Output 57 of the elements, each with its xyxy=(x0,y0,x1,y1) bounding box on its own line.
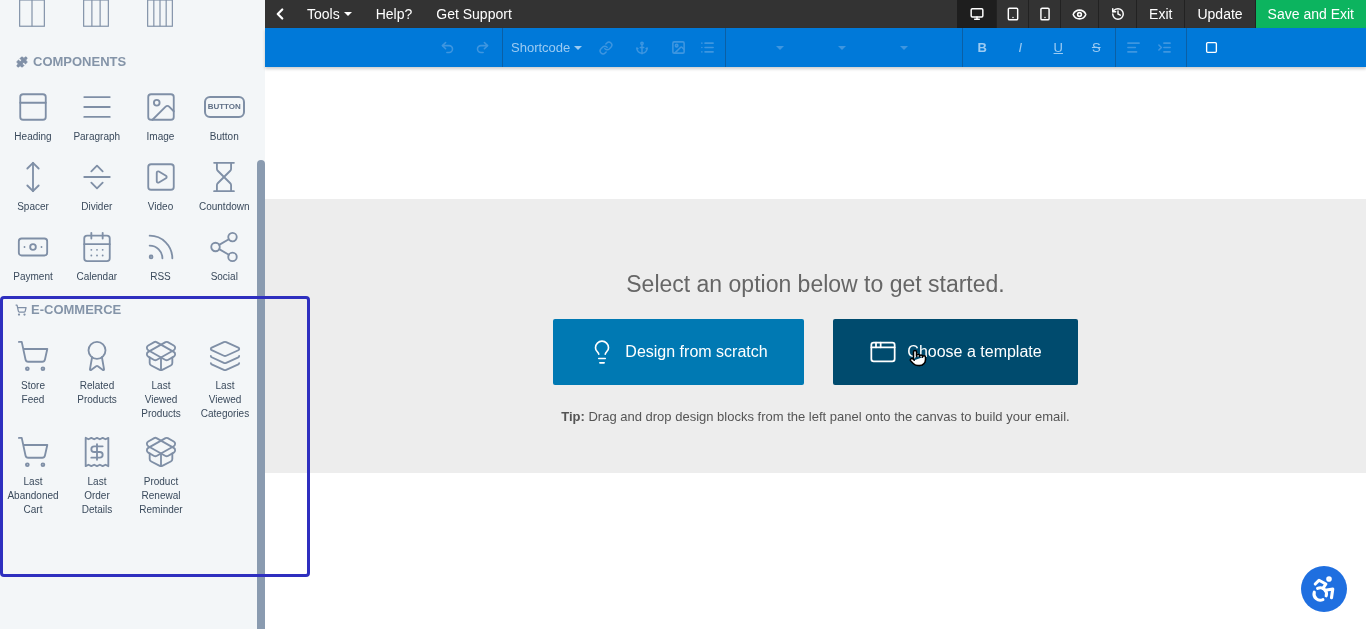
block-label[interactable]: Social xyxy=(210,270,238,284)
block-label[interactable]: Image xyxy=(146,130,175,144)
undo-icon[interactable] xyxy=(440,40,455,55)
block-label[interactable]: Last Abandoned Cart xyxy=(7,475,59,517)
box-icon xyxy=(144,435,178,469)
tip-text: Tip: Drag and drop design blocks from the left panel onto the canvas to build your email. xyxy=(561,407,1070,426)
block-label[interactable]: Calendar xyxy=(76,270,118,284)
image-icon[interactable] xyxy=(671,40,687,55)
block-label[interactable]: Last Order Details xyxy=(81,475,113,517)
history-icon xyxy=(1110,7,1125,21)
eye-icon xyxy=(1072,6,1088,22)
scrollbar[interactable] xyxy=(257,160,265,629)
accessibility-button[interactable] xyxy=(1301,566,1347,612)
square-icon[interactable] xyxy=(1205,41,1219,54)
heading-icon xyxy=(16,90,50,124)
block-label[interactable]: Related Products xyxy=(77,379,117,407)
button-icon: BUTTON xyxy=(203,96,245,118)
device-button[interactable] xyxy=(957,0,998,28)
desktop-icon xyxy=(969,7,984,21)
block-label[interactable]: Payment xyxy=(13,270,53,284)
indent-icon[interactable] xyxy=(1157,40,1173,55)
section-title: COMPONENTS xyxy=(33,53,127,72)
mobile-icon xyxy=(1037,7,1052,21)
menu-item[interactable]: Get Support xyxy=(424,0,524,28)
caret-icon[interactable] xyxy=(900,45,909,50)
block-label[interactable]: Last Viewed Categories xyxy=(200,379,250,421)
align-icon[interactable] xyxy=(1126,40,1142,55)
block-label[interactable]: Countdown xyxy=(198,200,250,214)
tablet-icon xyxy=(1005,7,1020,21)
canvas-heading: Select an option below to get started. xyxy=(626,270,1005,299)
block-label[interactable]: Divider xyxy=(81,200,113,214)
caret-icon[interactable] xyxy=(838,45,847,50)
block-label[interactable]: Product Renewal Reminder xyxy=(139,475,183,517)
cart-icon xyxy=(16,339,50,373)
menu-item[interactable]: Help? xyxy=(363,0,425,28)
puzzle-icon xyxy=(16,56,28,68)
cart-icon xyxy=(15,304,27,316)
block-label[interactable]: Spacer xyxy=(17,200,49,214)
box-icon xyxy=(144,339,178,373)
caret-icon xyxy=(343,12,352,16)
block-label[interactable]: Button xyxy=(209,130,239,144)
layers-icon xyxy=(208,339,242,373)
block-label[interactable]: Video xyxy=(147,200,174,214)
block-label[interactable]: RSS xyxy=(150,270,171,284)
caret-icon[interactable] xyxy=(776,45,785,50)
block-label[interactable]: Heading xyxy=(14,130,52,144)
block-label[interactable]: Last Viewed Products xyxy=(141,379,181,421)
cart-icon xyxy=(16,435,50,469)
list-icon[interactable] xyxy=(700,40,716,55)
redo-icon[interactable] xyxy=(475,40,490,55)
menu-item[interactable]: Tools xyxy=(295,0,364,28)
block-label[interactable]: Store Feed xyxy=(21,379,45,407)
option-button[interactable]: Design from scratch xyxy=(553,318,804,385)
anchor-icon[interactable] xyxy=(635,40,650,55)
block-label[interactable]: Paragraph xyxy=(73,130,121,144)
section-title: E-COMMERCE xyxy=(31,301,122,320)
link-icon[interactable] xyxy=(599,40,614,55)
